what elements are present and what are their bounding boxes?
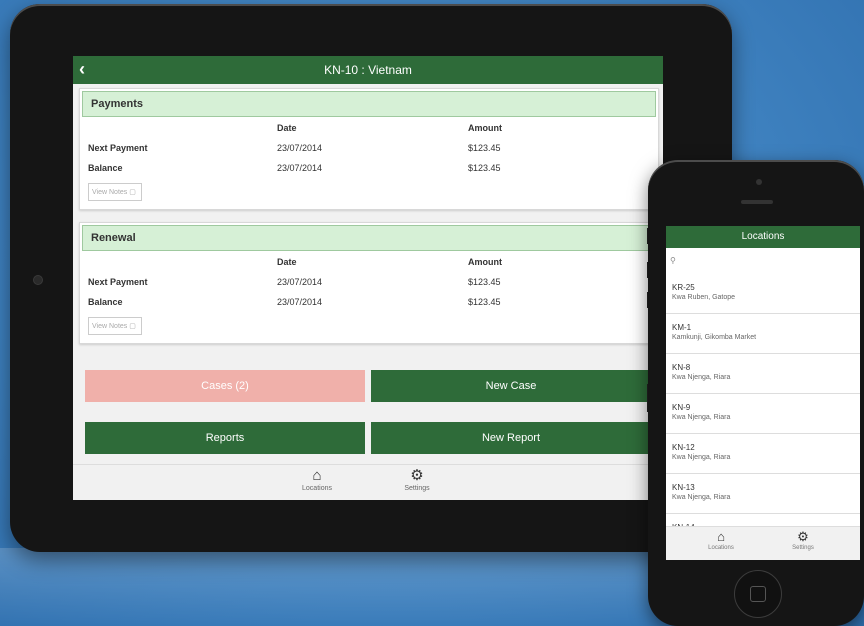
page-title: KN-10 : Vietnam xyxy=(324,63,412,77)
phone-page-title: Locations xyxy=(666,226,860,248)
tab-settings[interactable]: ⚙ Settings xyxy=(778,529,828,551)
phone-tab-bar: ⌂ Locations ⚙ Settings xyxy=(666,526,860,560)
tab-locations[interactable]: ⌂ Locations xyxy=(696,529,746,551)
payments-panel: Payments Date Amount Next Payment 23/07/… xyxy=(79,88,659,210)
view-notes-label: View Notes xyxy=(92,189,128,196)
tab-settings[interactable]: ⚙ Settings xyxy=(387,467,447,492)
phone-speaker xyxy=(741,200,773,204)
row-amount: $123.45 xyxy=(468,163,501,173)
renewal-panel-title: Renewal xyxy=(82,225,656,251)
list-item[interactable]: KN-13 Kwa Njenga, Riara xyxy=(666,474,860,514)
home-button-square-icon xyxy=(750,586,766,602)
reports-button[interactable]: Reports xyxy=(85,422,365,454)
tab-settings-label: Settings xyxy=(792,545,814,551)
tab-locations[interactable]: ⌂ Locations xyxy=(287,467,347,492)
row-date: 23/07/2014 xyxy=(277,277,323,287)
row-amount: $123.45 xyxy=(468,297,501,307)
table-row: Balance 23/07/2014 $123.45 xyxy=(80,291,658,311)
row-date: 23/07/2014 xyxy=(277,163,323,173)
amount-column-header: Amount xyxy=(468,123,502,133)
location-name: Kwa Njenga, Riara xyxy=(672,454,731,461)
tab-locations-label: Locations xyxy=(302,485,332,492)
document-icon: ▢ xyxy=(129,323,136,330)
gear-icon: ⚙ xyxy=(797,529,809,544)
location-name: Kwa Njenga, Riara xyxy=(672,494,731,501)
payments-header-row: Date Amount xyxy=(80,117,658,137)
amount-column-header: Amount xyxy=(468,257,502,267)
tablet-screen: ‹ KN-10 : Vietnam Payments Date Amount N… xyxy=(73,56,663,500)
location-name: Kwa Ruben, Gatope xyxy=(672,294,736,301)
row-label: Balance xyxy=(88,297,123,307)
location-name: Kamkunji, Gikomba Market xyxy=(672,334,757,341)
renewal-header-row: Date Amount xyxy=(80,251,658,271)
list-item[interactable]: KR-25 Kwa Ruben, Gatope xyxy=(666,274,860,314)
row-label: Balance xyxy=(88,163,123,173)
date-column-header: Date xyxy=(277,257,297,267)
location-name: Kwa Njenga, Riara xyxy=(672,414,731,421)
list-item[interactable]: KN-8 Kwa Njenga, Riara xyxy=(666,354,860,394)
table-row: Balance 23/07/2014 $123.45 xyxy=(80,157,658,177)
document-icon: ▢ xyxy=(129,189,136,196)
view-notes-label: View Notes xyxy=(92,323,128,330)
row-label: Next Payment xyxy=(88,143,148,153)
row-amount: $123.45 xyxy=(468,277,501,287)
locations-list: KR-25 Kwa Ruben, Gatope KM-1 Kamkunji, G… xyxy=(666,274,860,554)
cases-button[interactable]: Cases (2) xyxy=(85,370,365,402)
date-column-header: Date xyxy=(277,123,297,133)
list-item[interactable]: KM-1 Kamkunji, Gikomba Market xyxy=(666,314,860,354)
location-code: KR-25 xyxy=(672,283,695,292)
table-row: Next Payment 23/07/2014 $123.45 xyxy=(80,271,658,291)
search-icon: ⚲ xyxy=(670,256,676,265)
tablet-camera xyxy=(33,275,43,285)
row-date: 23/07/2014 xyxy=(277,297,323,307)
phone-camera xyxy=(756,179,762,185)
view-notes-button[interactable]: View Notes ▢ xyxy=(88,183,142,201)
home-icon: ⌂ xyxy=(312,467,322,484)
gear-icon: ⚙ xyxy=(410,467,424,484)
renewal-panel: Renewal Date Amount Next Payment 23/07/2… xyxy=(79,222,659,344)
location-code: KN-12 xyxy=(672,443,695,452)
row-label: Next Payment xyxy=(88,277,148,287)
table-row: Next Payment 23/07/2014 $123.45 xyxy=(80,137,658,157)
phone-home-button[interactable] xyxy=(734,570,782,618)
location-name: Kwa Njenga, Riara xyxy=(672,374,731,381)
row-date: 23/07/2014 xyxy=(277,143,323,153)
new-case-button[interactable]: New Case xyxy=(371,370,651,402)
tab-locations-label: Locations xyxy=(708,545,734,551)
tab-settings-label: Settings xyxy=(404,485,430,492)
search-input[interactable]: ⚲ xyxy=(666,248,860,275)
location-code: KN-13 xyxy=(672,483,695,492)
list-item[interactable]: KN-9 Kwa Njenga, Riara xyxy=(666,394,860,434)
location-code: KN-9 xyxy=(672,403,691,412)
location-code: KM-1 xyxy=(672,323,692,332)
view-notes-button[interactable]: View Notes ▢ xyxy=(88,317,142,335)
row-amount: $123.45 xyxy=(468,143,501,153)
location-code: KN-8 xyxy=(672,363,691,372)
home-icon: ⌂ xyxy=(717,529,725,544)
new-report-button[interactable]: New Report xyxy=(371,422,651,454)
floor-reflection xyxy=(0,548,720,626)
list-item[interactable]: KN-12 Kwa Njenga, Riara xyxy=(666,434,860,474)
payments-panel-title: Payments xyxy=(82,91,656,117)
phone-screen: Locations ⚲ KR-25 Kwa Ruben, Gatope KM-1… xyxy=(666,226,860,560)
tab-bar: ⌂ Locations ⚙ Settings xyxy=(73,464,663,500)
top-bar: ‹ KN-10 : Vietnam xyxy=(73,56,663,84)
